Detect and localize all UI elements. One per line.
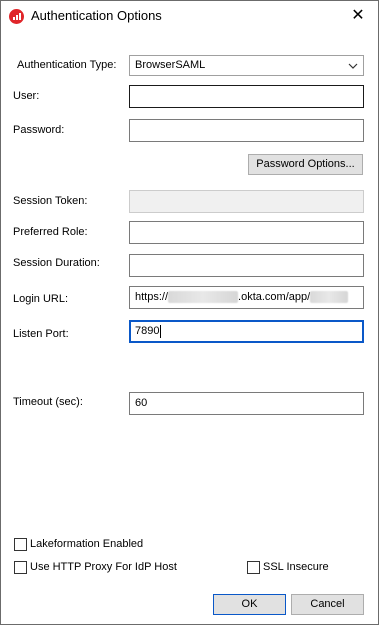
listen-port-label: Listen Port: — [13, 328, 69, 340]
session-token-label: Session Token: — [13, 195, 88, 207]
preferred-role-label: Preferred Role: — [13, 226, 88, 238]
session-duration-label: Session Duration: — [13, 257, 100, 269]
ssl-insecure-label[interactable]: SSL Insecure — [263, 561, 329, 573]
listen-port-input[interactable]: 7890 — [129, 320, 364, 343]
cancel-button[interactable]: Cancel — [291, 594, 364, 615]
text-caret — [160, 324, 162, 338]
timeout-input[interactable]: 60 — [129, 392, 364, 415]
session-token-input[interactable] — [129, 190, 364, 213]
login-url-middle: .okta.com/app/ — [238, 291, 311, 303]
lakeformation-label[interactable]: Lakeformation Enabled — [30, 538, 143, 550]
ssl-insecure-checkbox[interactable] — [247, 561, 260, 574]
password-input[interactable] — [129, 119, 364, 142]
user-label: User: — [13, 90, 40, 102]
listen-port-value: 7890 — [135, 325, 160, 337]
http-proxy-checkbox[interactable] — [14, 561, 27, 574]
auth-type-label: Authentication Type: — [17, 59, 117, 71]
lakeformation-checkbox[interactable] — [14, 538, 27, 551]
ok-button[interactable]: OK — [213, 594, 286, 615]
redacted-subdomain — [168, 291, 239, 304]
timeout-label: Timeout (sec): — [13, 396, 83, 408]
login-url-prefix: https:// — [135, 291, 169, 303]
dialog-title: Authentication Options — [31, 8, 162, 23]
redacted-app-path — [310, 291, 349, 304]
preferred-role-input[interactable] — [129, 221, 364, 244]
password-options-button[interactable]: Password Options... — [248, 154, 363, 175]
title-bar: Authentication Options ✕ — [1, 1, 378, 32]
auth-type-value: BrowserSAML — [135, 59, 206, 71]
session-duration-input[interactable] — [129, 254, 364, 277]
close-icon[interactable]: ✕ — [346, 4, 370, 28]
app-logo-icon — [9, 9, 24, 24]
password-label: Password: — [13, 124, 65, 136]
auth-type-select[interactable]: BrowserSAML — [129, 55, 364, 76]
user-input[interactable] — [129, 85, 364, 108]
login-url-label: Login URL: — [13, 293, 69, 305]
chevron-down-icon[interactable] — [347, 56, 359, 75]
http-proxy-label[interactable]: Use HTTP Proxy For IdP Host — [30, 561, 177, 573]
authentication-options-dialog: Authentication Options ✕ Authentication … — [0, 0, 379, 625]
login-url-input[interactable]: https:// .okta.com/app/ — [129, 286, 364, 309]
